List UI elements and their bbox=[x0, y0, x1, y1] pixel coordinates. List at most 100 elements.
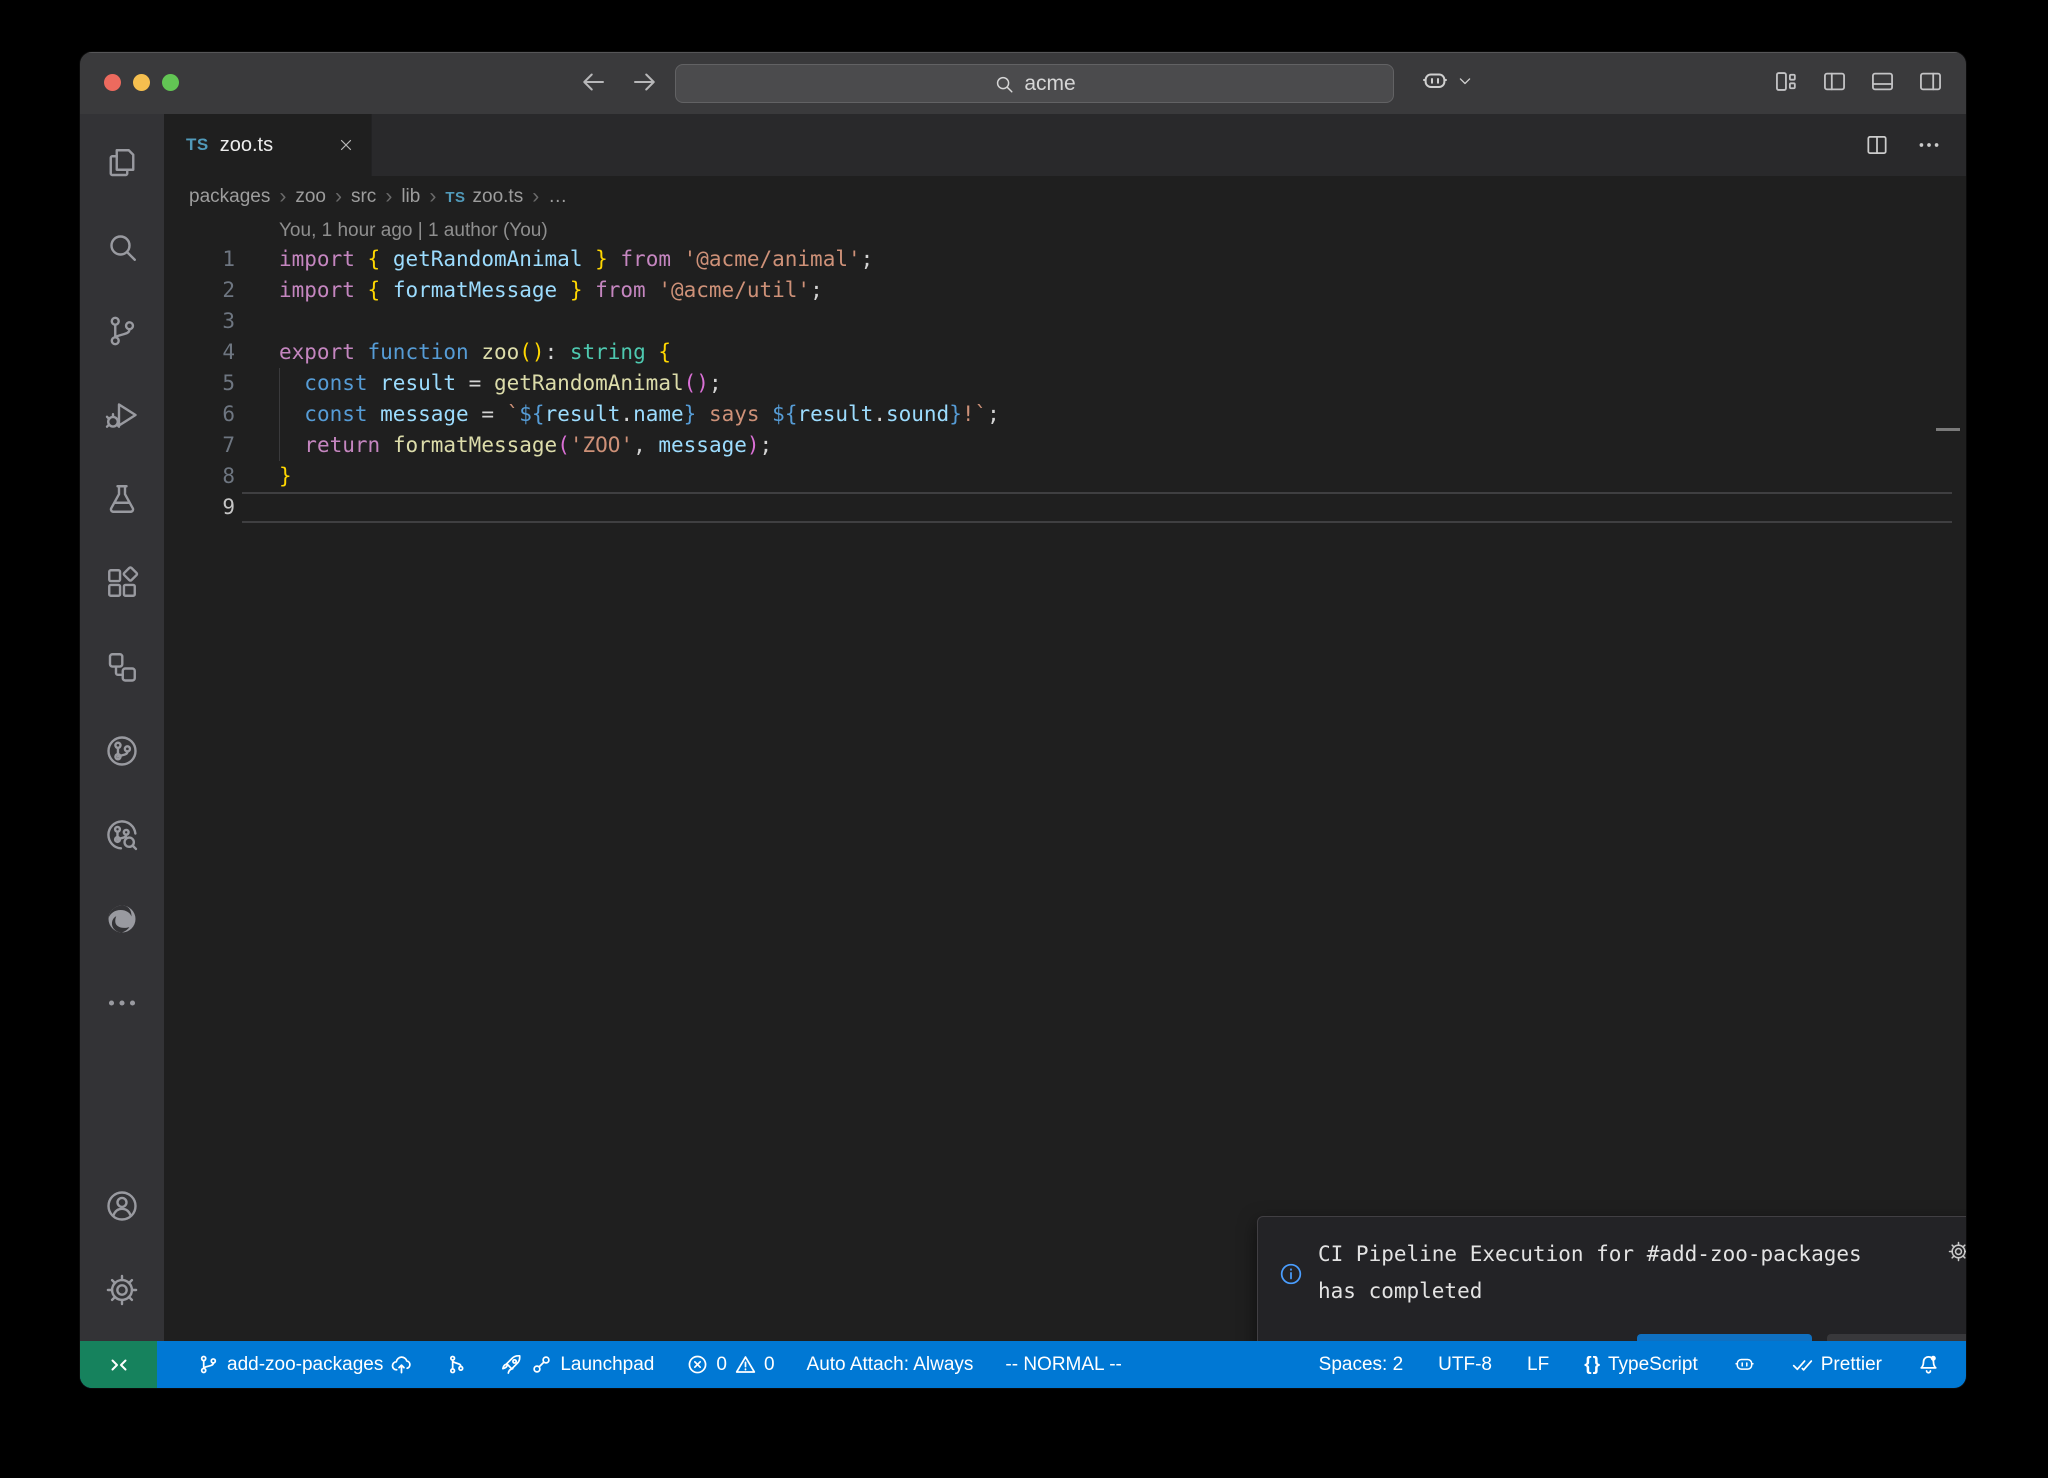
circle-branch-search-icon bbox=[104, 817, 140, 853]
code-line-2[interactable]: 2import { formatMessage } from '@acme/ut… bbox=[164, 275, 1952, 306]
breadcrumb-item-4[interactable]: TSzoo.ts bbox=[445, 186, 523, 208]
tab-zoo-ts[interactable]: TS zoo.ts bbox=[164, 114, 372, 176]
activity-item-manage[interactable] bbox=[90, 1257, 154, 1323]
code-line-9[interactable]: 9 bbox=[164, 492, 1952, 523]
status-item-vim-mode[interactable]: -- NORMAL -- bbox=[1005, 1354, 1121, 1376]
maximize-window-button[interactable] bbox=[162, 74, 179, 91]
status-problems-label: 0 bbox=[716, 1354, 727, 1376]
close-tab-button[interactable] bbox=[337, 136, 355, 154]
line-number: 8 bbox=[164, 461, 242, 492]
code-line-1[interactable]: 1import { getRandomAnimal } from '@acme/… bbox=[164, 244, 1952, 275]
activity-item-accounts[interactable] bbox=[90, 1173, 154, 1239]
status-eol-label: LF bbox=[1527, 1354, 1549, 1376]
typescript-file-icon: TS bbox=[186, 135, 209, 155]
notification-settings-icon[interactable] bbox=[1947, 1240, 1966, 1263]
toggle-primary-sidebar-button[interactable] bbox=[1821, 68, 1848, 95]
status-item-notifications-bell[interactable] bbox=[1917, 1353, 1940, 1376]
status-problems-label: 0 bbox=[764, 1354, 775, 1376]
status-item-formatter[interactable]: Prettier bbox=[1791, 1353, 1882, 1376]
split-editor-button[interactable] bbox=[1864, 132, 1890, 158]
view-results-button[interactable]: View Results bbox=[1827, 1334, 1967, 1341]
status-language-label: TypeScript bbox=[1608, 1354, 1698, 1376]
source-control-icon bbox=[104, 313, 140, 349]
account-icon bbox=[104, 1188, 140, 1224]
line-number: 5 bbox=[164, 368, 242, 399]
status-item-launchpad[interactable]: Launchpad bbox=[500, 1353, 654, 1376]
connect-icon bbox=[530, 1353, 553, 1376]
line-number: 6 bbox=[164, 399, 242, 430]
status-item-language[interactable]: {}TypeScript bbox=[1584, 1354, 1698, 1376]
activity-item-additional-views[interactable] bbox=[90, 970, 154, 1036]
forward-button[interactable] bbox=[630, 67, 660, 97]
breadcrumb-item-0[interactable]: packages bbox=[189, 186, 270, 208]
breadcrumb-item-1[interactable]: zoo bbox=[295, 186, 326, 208]
view-commit-button[interactable]: View Commit bbox=[1637, 1334, 1811, 1341]
back-button[interactable] bbox=[578, 67, 608, 97]
code-line-5[interactable]: 5 const result = getRandomAnimal(); bbox=[164, 368, 1952, 399]
copilot-menu[interactable] bbox=[1420, 66, 1475, 96]
copilot-icon bbox=[1733, 1353, 1756, 1376]
status-item-copilot[interactable] bbox=[1733, 1353, 1756, 1376]
minimize-window-button[interactable] bbox=[133, 74, 150, 91]
activity-item-source-control[interactable] bbox=[90, 298, 154, 364]
gear-icon bbox=[104, 1272, 140, 1308]
activity-item-extensions[interactable] bbox=[90, 550, 154, 616]
activity-item-search[interactable] bbox=[90, 214, 154, 280]
code-line-6[interactable]: 6 const message = `${result.name} says $… bbox=[164, 399, 1952, 430]
status-item-git-graph[interactable] bbox=[445, 1353, 468, 1376]
activity-item-run-and-debug[interactable] bbox=[90, 382, 154, 448]
status-item-encoding[interactable]: UTF-8 bbox=[1438, 1354, 1492, 1376]
breadcrumb: packages›zoo›src›lib›TSzoo.ts›… bbox=[164, 176, 1966, 218]
status-formatter-label: Prettier bbox=[1821, 1354, 1882, 1376]
status-item-indentation[interactable]: Spaces: 2 bbox=[1319, 1354, 1404, 1376]
search-icon bbox=[993, 73, 1015, 95]
breadcrumb-separator: › bbox=[279, 185, 286, 209]
command-center-search[interactable]: acme bbox=[675, 64, 1394, 103]
activity-item-testing[interactable] bbox=[90, 466, 154, 532]
edge-icon bbox=[104, 901, 140, 937]
more-actions-button[interactable] bbox=[1916, 132, 1942, 158]
activity-bar bbox=[80, 114, 164, 1341]
typescript-file-icon: TS bbox=[445, 189, 465, 206]
activity-item-linked-projects[interactable] bbox=[90, 634, 154, 700]
status-item-eol[interactable]: LF bbox=[1527, 1354, 1549, 1376]
line-number: 4 bbox=[164, 337, 242, 368]
code-line-7[interactable]: 7 return formatMessage('ZOO', message); bbox=[164, 430, 1952, 461]
breadcrumb-item-3[interactable]: lib bbox=[401, 186, 420, 208]
line-number: 2 bbox=[164, 275, 242, 306]
activity-item-git-circle-inspect[interactable] bbox=[90, 802, 154, 868]
customize-layout-button[interactable] bbox=[1773, 68, 1800, 95]
git-graph-icon bbox=[445, 1353, 468, 1376]
status-item-problems[interactable]: 00 bbox=[686, 1353, 774, 1376]
editor[interactable]: You, 1 hour ago | 1 author (You) 1import… bbox=[164, 218, 1966, 1341]
status-item-auto-attach[interactable]: Auto Attach: Always bbox=[807, 1354, 974, 1376]
code-line-4[interactable]: 4export function zoo(): string { bbox=[164, 337, 1952, 368]
remote-indicator[interactable] bbox=[80, 1341, 157, 1388]
notification-message: CI Pipeline Execution for #add-zoo-packa… bbox=[1318, 1236, 1878, 1310]
activity-item-explorer[interactable] bbox=[90, 130, 154, 196]
breadcrumb-item-5[interactable]: … bbox=[548, 186, 567, 208]
toggle-panel-button[interactable] bbox=[1869, 68, 1896, 95]
circle-branch-icon bbox=[104, 733, 140, 769]
error-icon bbox=[686, 1353, 709, 1376]
search-value: acme bbox=[1024, 72, 1075, 96]
window-controls bbox=[104, 74, 179, 91]
rocket-icon bbox=[500, 1353, 523, 1376]
overview-ruler-cursor bbox=[1936, 428, 1960, 431]
code-line-8[interactable]: 8} bbox=[164, 461, 1952, 492]
toggle-secondary-sidebar-button[interactable] bbox=[1917, 68, 1944, 95]
breadcrumb-label: packages bbox=[189, 186, 270, 208]
breadcrumb-item-2[interactable]: src bbox=[351, 186, 376, 208]
code-line-3[interactable]: 3 bbox=[164, 306, 1952, 337]
cloud-upload-icon bbox=[390, 1353, 413, 1376]
close-window-button[interactable] bbox=[104, 74, 121, 91]
activity-item-edge-devtools[interactable] bbox=[90, 886, 154, 952]
debug-icon bbox=[104, 397, 140, 433]
beaker-icon bbox=[104, 481, 140, 517]
breadcrumb-separator: › bbox=[335, 185, 342, 209]
tab-strip: TS zoo.ts bbox=[164, 114, 1966, 176]
status-item-branch[interactable]: add-zoo-packages bbox=[197, 1353, 413, 1376]
copilot-icon bbox=[1420, 66, 1450, 96]
line-number: 7 bbox=[164, 430, 242, 461]
activity-item-git-circle[interactable] bbox=[90, 718, 154, 784]
